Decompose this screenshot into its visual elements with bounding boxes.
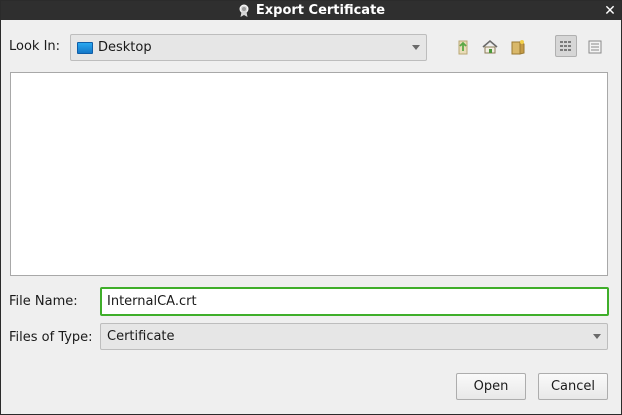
files-of-type-value: Certificate <box>107 329 175 344</box>
window-title: Export Certificate <box>255 3 386 18</box>
open-button[interactable]: Open <box>456 373 526 400</box>
look-in-label: Look In: <box>9 39 61 54</box>
chevron-down-icon[interactable] <box>593 334 601 339</box>
look-in-value: Desktop <box>98 40 152 55</box>
details-view-icon[interactable] <box>584 36 606 58</box>
file-name-label: File Name: <box>9 294 78 309</box>
look-in-combo[interactable]: Desktop <box>70 34 427 61</box>
certificate-icon <box>237 4 251 18</box>
file-name-input[interactable]: InternalCA.crt <box>100 287 609 316</box>
home-icon[interactable] <box>479 36 501 58</box>
file-list[interactable] <box>10 72 608 276</box>
chevron-down-icon[interactable] <box>412 45 420 50</box>
desktop-icon <box>77 41 93 54</box>
export-certificate-dialog: Export Certificate ✕ Look In: Desktop Fi… <box>0 0 622 415</box>
close-icon[interactable]: ✕ <box>603 1 617 20</box>
new-folder-icon[interactable] <box>507 36 529 58</box>
up-folder-icon[interactable] <box>452 36 474 58</box>
list-view-icon[interactable] <box>555 35 577 57</box>
files-of-type-combo[interactable]: Certificate <box>100 323 608 350</box>
title-bar[interactable]: Export Certificate ✕ <box>1 1 621 20</box>
files-of-type-label: Files of Type: <box>9 330 93 345</box>
cancel-button[interactable]: Cancel <box>538 373 608 400</box>
